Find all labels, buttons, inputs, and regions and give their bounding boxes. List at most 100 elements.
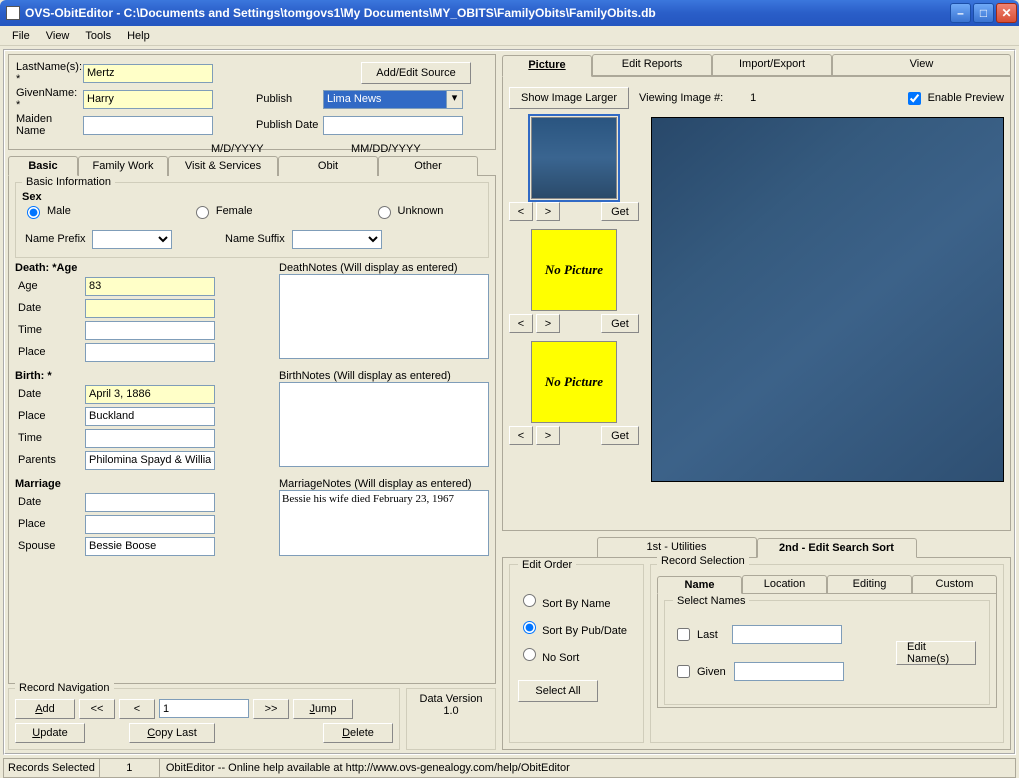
window-title: OVS-ObitEditor - C:\Documents and Settin…	[25, 6, 950, 20]
thumbnail-2[interactable]: No Picture	[531, 229, 617, 311]
add-button[interactable]: Add	[15, 699, 75, 719]
menubar: File View Tools Help	[0, 26, 1019, 46]
menu-help[interactable]: Help	[119, 28, 158, 44]
thumb1-prev[interactable]: <	[509, 202, 533, 221]
tab-other[interactable]: Other	[378, 156, 478, 176]
birthnotes-label: BirthNotes (Will display as entered)	[279, 370, 489, 382]
suffix-combo[interactable]	[292, 230, 382, 249]
menu-file[interactable]: File	[4, 28, 38, 44]
marriagenotes-textarea[interactable]	[279, 490, 489, 556]
close-button[interactable]: ✕	[996, 3, 1017, 23]
thumbnail-1[interactable]	[531, 117, 617, 199]
status-bar: Records Selected 1 ObitEditor -- Online …	[3, 758, 1016, 778]
tab-picture[interactable]: Picture	[502, 55, 592, 77]
prev-button[interactable]: <	[119, 699, 155, 719]
marriage-place-input[interactable]	[85, 515, 215, 534]
age-input[interactable]	[85, 277, 215, 296]
given-checkbox[interactable]	[677, 665, 690, 678]
parents-input[interactable]	[85, 451, 215, 470]
enable-preview-checkbox[interactable]: Enable Preview	[904, 89, 1004, 108]
publish-combo[interactable]: Lima News ▾	[323, 90, 463, 109]
tab-view[interactable]: View	[832, 54, 1011, 76]
rsel-tab-custom[interactable]: Custom	[912, 575, 997, 593]
select-all-button[interactable]: Select All	[518, 680, 598, 702]
givenname-input[interactable]	[83, 90, 213, 109]
thumb3-get[interactable]: Get	[601, 426, 639, 445]
spouse-input[interactable]	[85, 537, 215, 556]
minimize-button[interactable]: –	[950, 3, 971, 23]
menu-view[interactable]: View	[38, 28, 78, 44]
app-icon	[6, 6, 20, 20]
edit-order-legend: Edit Order	[518, 559, 576, 571]
next-button[interactable]: >>	[253, 699, 289, 719]
last-checkbox[interactable]	[677, 628, 690, 641]
sex-female[interactable]: Female	[191, 203, 253, 219]
sort-by-pubdate[interactable]: Sort By Pub/Date	[518, 618, 635, 637]
basic-info-legend: Basic Information	[22, 176, 115, 188]
addeditsource-button[interactable]: Add/Edit Source	[361, 62, 471, 84]
death-place-input[interactable]	[85, 343, 215, 362]
thumb2-next[interactable]: >	[536, 314, 560, 333]
birth-place-input[interactable]	[85, 407, 215, 426]
tab-utilities[interactable]: 1st - Utilities	[597, 537, 757, 557]
update-button[interactable]: Update	[15, 723, 85, 743]
pubdate-input[interactable]	[323, 116, 463, 135]
sex-unknown[interactable]: Unknown	[373, 203, 444, 219]
last-input[interactable]	[732, 625, 842, 644]
tab-obit[interactable]: Obit	[278, 156, 378, 176]
basic-info-box: Basic Information Sex Male Female Unknow…	[15, 182, 489, 258]
first-button[interactable]: <<	[79, 699, 115, 719]
left-tabstrip: Basic Family Work Visit & Services Obit …	[8, 155, 496, 176]
maiden-input[interactable]	[83, 116, 213, 135]
birth-date-input[interactable]	[85, 385, 215, 404]
death-date-input[interactable]	[85, 299, 215, 318]
thumb1-next[interactable]: >	[536, 202, 560, 221]
menu-tools[interactable]: Tools	[77, 28, 119, 44]
show-larger-button[interactable]: Show Image Larger	[509, 87, 629, 109]
edit-names-button[interactable]: Edit Name(s)	[896, 641, 976, 665]
maximize-button[interactable]: □	[973, 3, 994, 23]
no-sort[interactable]: No Sort	[518, 645, 635, 664]
birthnotes-textarea[interactable]	[279, 382, 489, 467]
records-selected-label: Records Selected	[4, 759, 100, 777]
marriage-date-input[interactable]	[85, 493, 215, 512]
tab-reports[interactable]: Edit Reports	[592, 54, 712, 76]
thumb2-prev[interactable]: <	[509, 314, 533, 333]
copylast-button[interactable]: Copy Last	[129, 723, 215, 743]
given-input[interactable]	[734, 662, 844, 681]
pubdate-label: Publish Date	[253, 119, 323, 131]
tab-familywork[interactable]: Family Work	[78, 156, 168, 176]
thumb1-get[interactable]: Get	[601, 202, 639, 221]
last-label: Last	[697, 629, 718, 641]
sort-by-name[interactable]: Sort By Name	[518, 591, 635, 610]
birth-time-input[interactable]	[85, 429, 215, 448]
thumb2-get[interactable]: Get	[601, 314, 639, 333]
data-version-box: Data Version 1.0	[406, 688, 496, 750]
sex-male[interactable]: Male	[22, 203, 71, 219]
rsel-tab-name[interactable]: Name	[657, 576, 742, 594]
tab-edit-search-sort[interactable]: 2nd - Edit Search Sort	[757, 538, 917, 558]
record-navigation: Record Navigation Add << < >> Jump Updat…	[8, 688, 400, 750]
thumb3-prev[interactable]: <	[509, 426, 533, 445]
title-bar: OVS-ObitEditor - C:\Documents and Settin…	[0, 0, 1019, 26]
death-time-input[interactable]	[85, 321, 215, 340]
edit-order-box: Edit Order Sort By Name Sort By Pub/Date…	[509, 564, 644, 743]
rsel-tab-editing[interactable]: Editing	[827, 575, 912, 593]
status-message: ObitEditor -- Online help available at h…	[160, 762, 1015, 774]
pos-input[interactable]	[159, 699, 249, 718]
prefix-combo[interactable]	[92, 230, 172, 249]
thumbnail-3[interactable]: No Picture	[531, 341, 617, 423]
deathnotes-textarea[interactable]	[279, 274, 489, 359]
date-hint-2: MM/DD/YYYY	[351, 143, 491, 155]
publish-label: Publish	[253, 93, 323, 105]
jump-button[interactable]: Jump	[293, 699, 353, 719]
lastname-input[interactable]	[83, 64, 213, 83]
tab-importexport[interactable]: Import/Export	[712, 54, 832, 76]
thumb3-next[interactable]: >	[536, 426, 560, 445]
tab-basic[interactable]: Basic	[8, 156, 78, 176]
death-label: Death: *Age	[15, 262, 271, 274]
delete-button[interactable]: Delete	[323, 723, 393, 743]
death-time-label: Time	[15, 324, 85, 336]
rsel-tab-location[interactable]: Location	[742, 575, 827, 593]
tab-visit[interactable]: Visit & Services	[168, 156, 278, 176]
